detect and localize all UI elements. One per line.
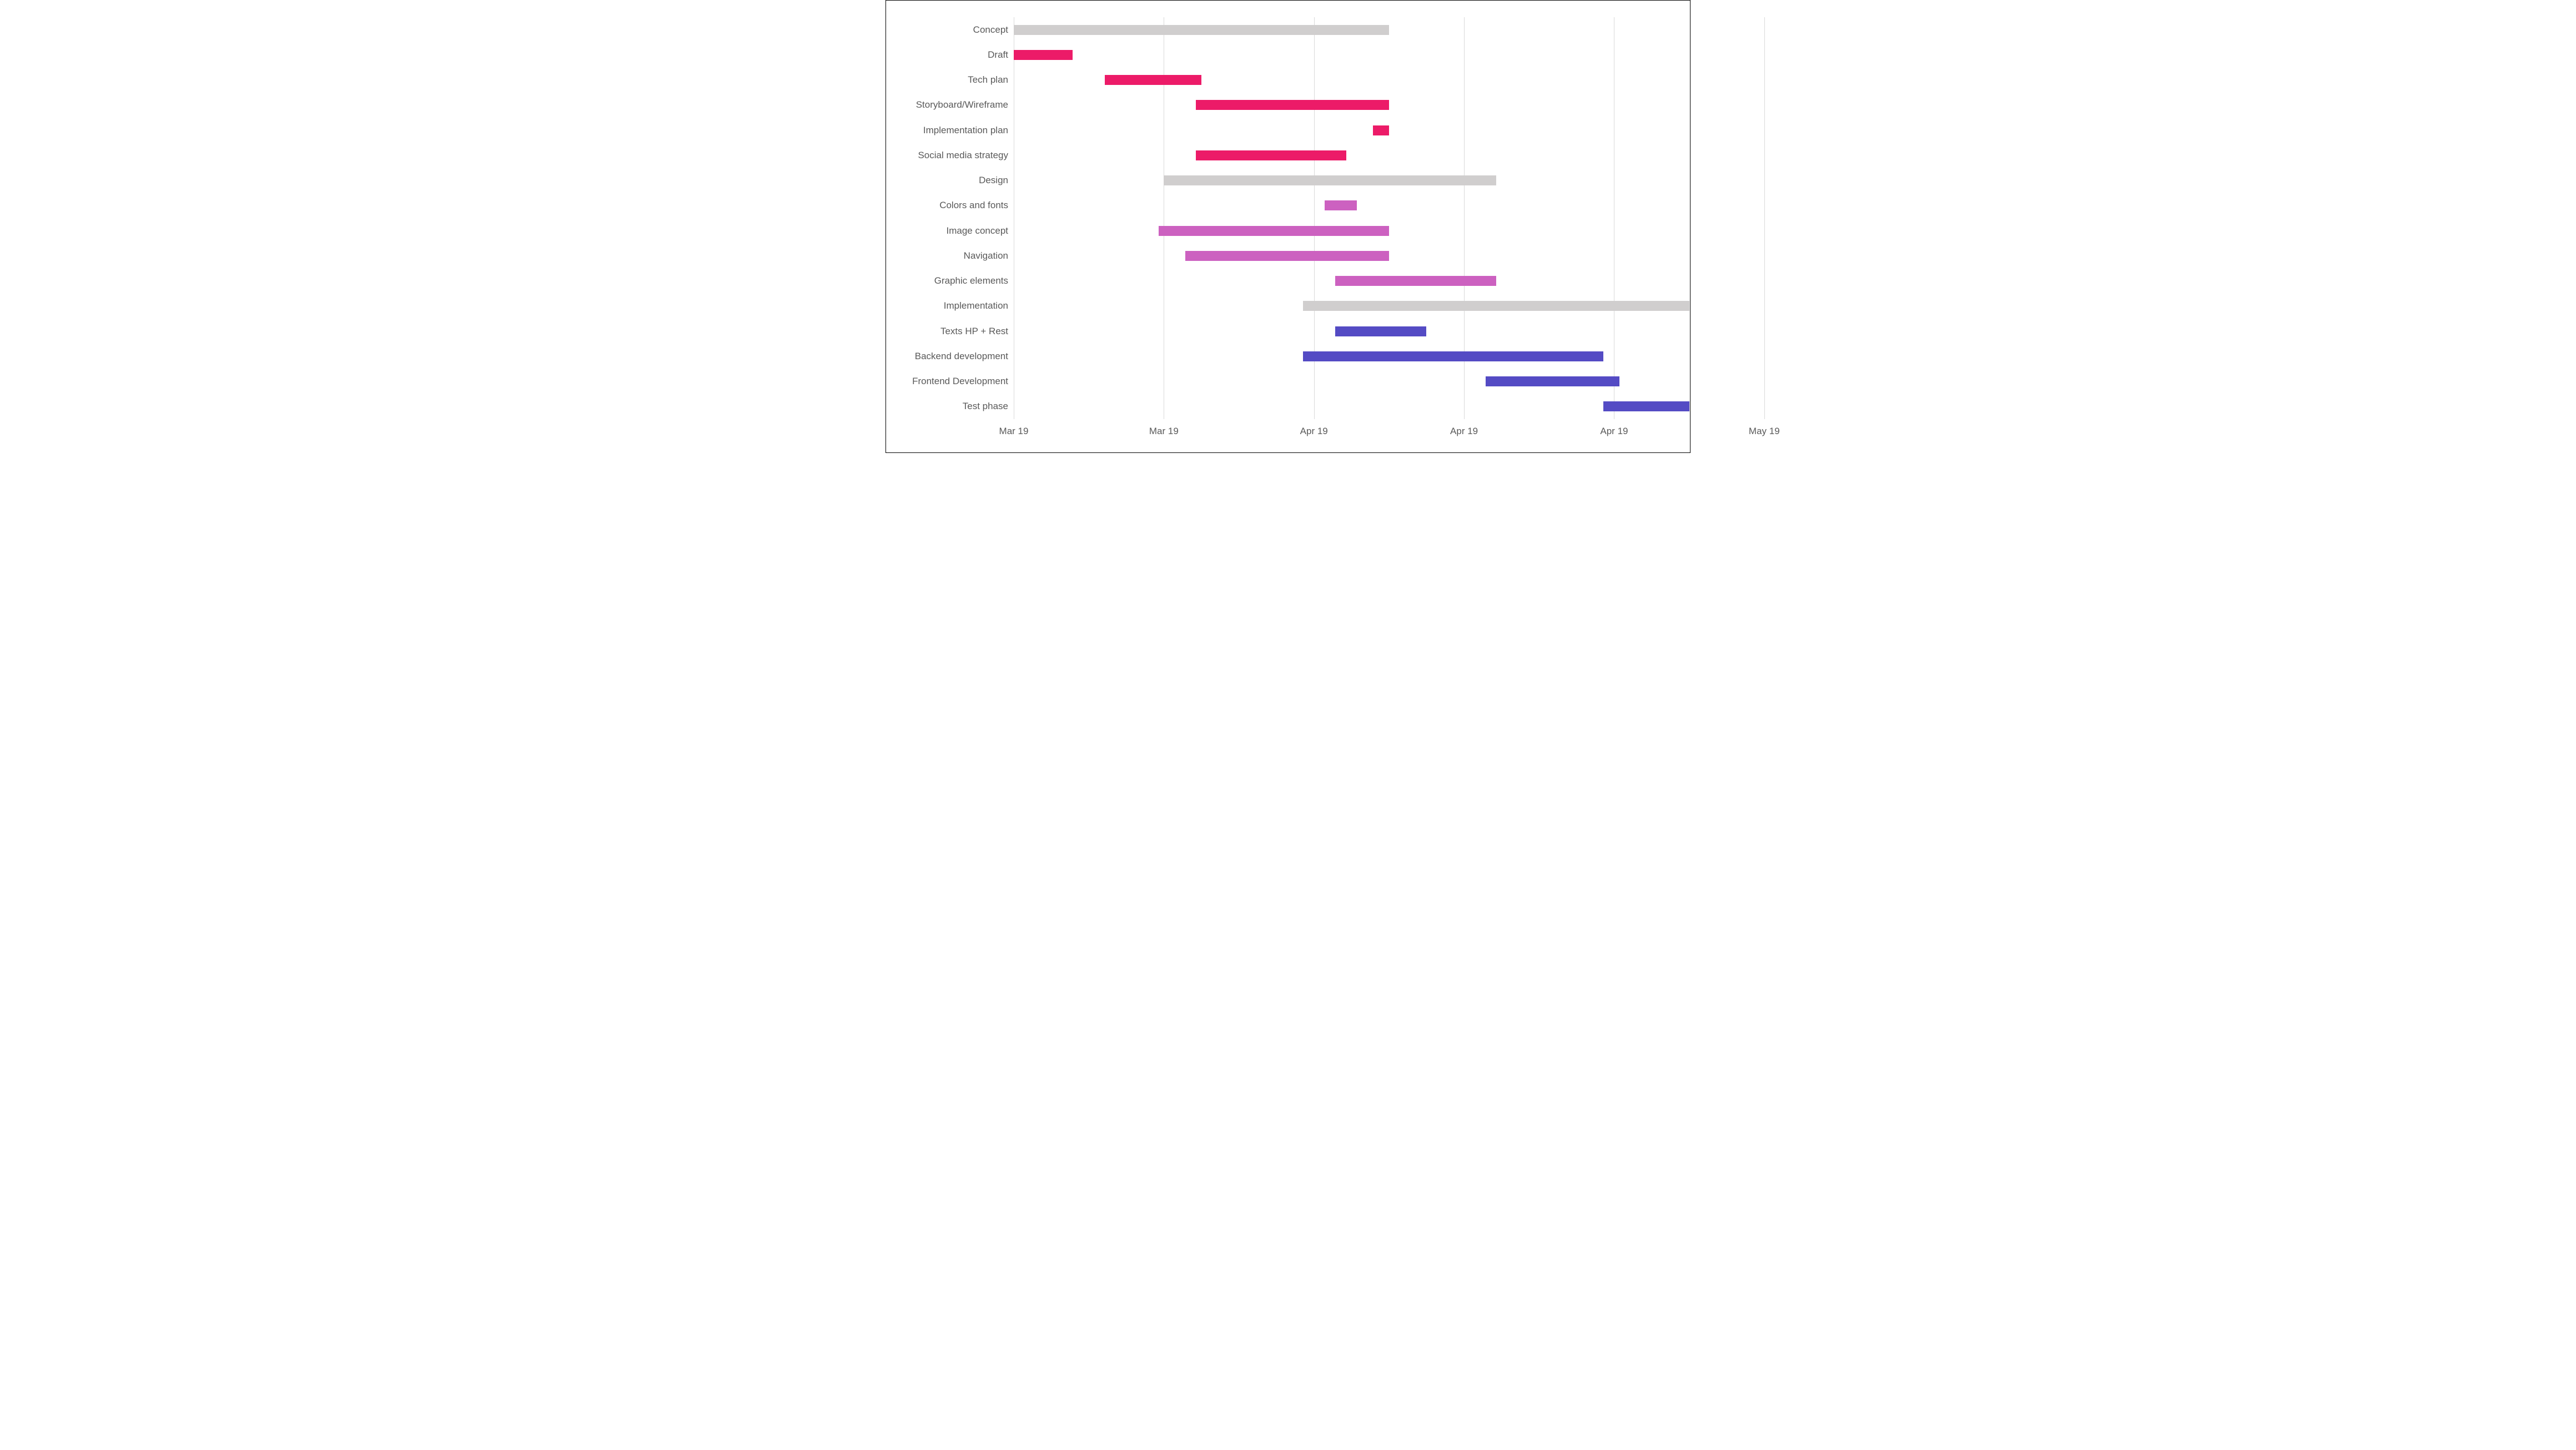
y-tick-label: Test phase: [897, 401, 1008, 412]
y-tick-label: Navigation: [897, 250, 1008, 261]
y-tick-label: Backend development: [897, 351, 1008, 362]
gantt-bar: [1105, 75, 1201, 85]
gantt-bar: [1486, 376, 1619, 386]
x-tick-label: Apr 19: [1600, 426, 1628, 437]
x-tick-label: May 19: [1749, 426, 1780, 437]
gantt-bar: [1373, 125, 1389, 135]
y-tick-label: Design: [897, 175, 1008, 186]
gantt-bar: [1014, 25, 1389, 35]
gantt-bar: [1325, 200, 1357, 210]
y-tick-label: Colors and fonts: [897, 200, 1008, 211]
y-tick-label: Draft: [897, 49, 1008, 61]
y-tick-label: Implementation: [897, 300, 1008, 311]
y-tick-label: Texts HP + Rest: [897, 326, 1008, 337]
x-tick-label: Apr 19: [1300, 426, 1328, 437]
y-tick-label: Concept: [897, 24, 1008, 36]
chart-frame: Mar 19Mar 19Apr 19Apr 19Apr 19May 19 Con…: [886, 0, 1690, 453]
gantt-bar: [1164, 175, 1496, 185]
y-tick-label: Graphic elements: [897, 275, 1008, 286]
gantt-bar: [1159, 226, 1389, 236]
gantt-bar: [1335, 326, 1426, 336]
gantt-bar: [1185, 251, 1389, 261]
gantt-bar: [1303, 301, 1689, 311]
gantt-bar: [1335, 276, 1496, 286]
gantt-bar: [1196, 100, 1389, 110]
y-tick-label: Frontend Development: [897, 376, 1008, 387]
gantt-bar: [1014, 50, 1073, 60]
y-tick-label: Tech plan: [897, 74, 1008, 85]
y-tick-label: Storyboard/Wireframe: [897, 99, 1008, 110]
plot-area: Mar 19Mar 19Apr 19Apr 19Apr 19May 19: [1014, 17, 1668, 419]
y-tick-label: Social media strategy: [897, 150, 1008, 161]
gantt-bar: [1196, 150, 1346, 160]
x-tick-label: Apr 19: [1450, 426, 1478, 437]
x-tick-label: Mar 19: [1149, 426, 1179, 437]
gantt-chart: Mar 19Mar 19Apr 19Apr 19Apr 19May 19 Con…: [892, 12, 1673, 441]
gantt-bar: [1303, 351, 1603, 361]
gantt-bar: [1603, 401, 1689, 411]
gridline: [1764, 17, 1765, 419]
x-tick-label: Mar 19: [999, 426, 1029, 437]
y-tick-label: Implementation plan: [897, 125, 1008, 136]
y-tick-label: Image concept: [897, 225, 1008, 236]
